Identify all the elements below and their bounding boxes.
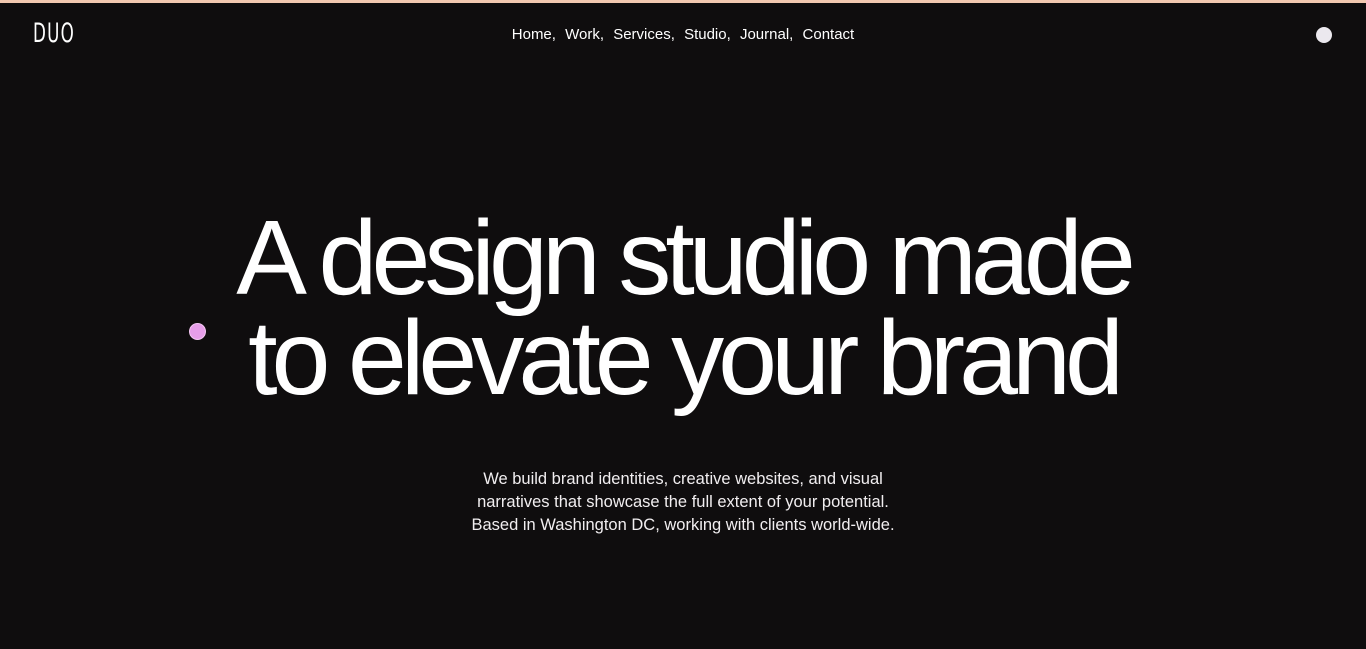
main-nav: Home, Work, Services, Studio, Journal, C… [0,25,1366,45]
nav-separator: , [551,26,556,43]
nav-separator: , [726,26,731,43]
nav-item-home[interactable]: Home [512,26,552,43]
nav-item-contact[interactable]: Contact [803,26,855,43]
hero-headline-line-2: to elevate your brand [248,299,1124,417]
hero-description-line-1: We build brand identities, creative webs… [483,470,883,488]
hero-description-line-3: Based in Washington DC, working with cli… [471,516,895,534]
nav-item-journal[interactable]: Journal [740,26,789,43]
nav-item-work[interactable]: Work [565,26,600,43]
nav-separator: , [789,26,794,43]
hero-headline-line-1: A design studio made [236,199,1136,317]
nav-separator: , [670,26,675,43]
top-accent-strip [0,0,1366,3]
hero-description: We build brand identities, creative webs… [0,468,1366,537]
hero-headline: A design studio made to elevate your bra… [0,199,1366,417]
nav-item-studio[interactable]: Studio [684,26,727,43]
nav-list: Home, Work, Services, Studio, Journal, C… [512,25,854,45]
nav-item-services[interactable]: Services [613,26,671,43]
nav-separator: , [599,26,605,43]
theme-toggle-button[interactable] [1316,27,1332,43]
hero-description-line-2: narratives that showcase the full extent… [477,493,889,511]
